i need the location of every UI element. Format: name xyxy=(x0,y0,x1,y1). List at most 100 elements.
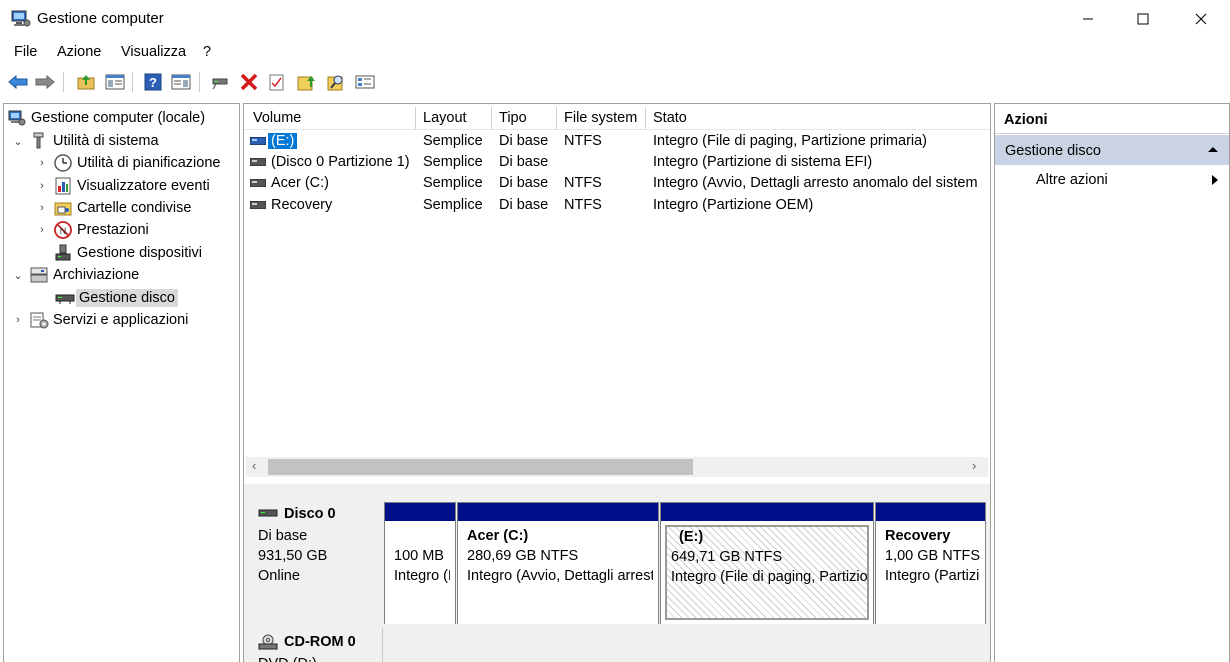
clock-icon xyxy=(53,154,73,172)
tree-label: Utilità di pianificazione xyxy=(77,155,221,171)
partition-content: Acer (C:) 280,69 GB NTFS Integro (Avvio,… xyxy=(462,525,654,620)
folder-up-button[interactable] xyxy=(295,71,317,93)
chevron-right-icon[interactable]: › xyxy=(35,157,49,169)
connect-button[interactable] xyxy=(209,71,231,93)
partition-e[interactable]: (E:) 649,71 GB NTFS Integro (File di pag… xyxy=(660,502,874,625)
maximize-icon xyxy=(1137,13,1149,25)
partition-status: Integro (Partizione di sistema EFI) xyxy=(394,568,450,584)
menu-help[interactable]: ? xyxy=(203,44,211,60)
tree-item-performance[interactable]: › N Prestazioni xyxy=(35,219,149,241)
disk-drive-icon xyxy=(55,289,75,307)
chevron-right-icon[interactable]: › xyxy=(35,180,49,192)
menu-file[interactable]: File xyxy=(14,44,37,60)
up-one-level-button[interactable] xyxy=(75,71,97,93)
chevron-down-icon[interactable]: ⌄ xyxy=(11,135,25,148)
scroll-left-icon[interactable]: ‹ xyxy=(252,458,256,473)
show-hide-tree-button[interactable] xyxy=(104,71,126,93)
tree-label: Utilità di sistema xyxy=(53,133,159,149)
more-actions-item[interactable]: Altre azioni xyxy=(1036,172,1108,188)
search-icon xyxy=(327,75,343,91)
tree-item-device-manager[interactable]: Gestione dispositivi xyxy=(49,242,202,264)
section-label: Gestione disco xyxy=(1005,143,1101,159)
table-row[interactable]: Recovery Semplice Di base NTFS Integro (… xyxy=(244,196,990,217)
cd-drive-icon xyxy=(258,634,278,650)
tree-label: Prestazioni xyxy=(77,222,149,238)
volume-name: (E:) xyxy=(268,133,298,149)
partition-recovery[interactable]: Recovery 1,00 GB NTFS Integro (Partizion… xyxy=(875,502,986,625)
show-hide-actions-icon xyxy=(171,74,191,90)
column-header-volume[interactable]: Volume xyxy=(246,107,416,129)
connect-icon xyxy=(212,78,228,90)
submenu-arrow-icon[interactable] xyxy=(1211,174,1219,186)
horizontal-scrollbar[interactable]: ‹ › xyxy=(246,457,988,477)
partition-content: 100 MB Integro (Partizione di sistema EF… xyxy=(389,525,451,620)
partition-status: Integro (Partizione OEM) xyxy=(885,568,980,584)
device-manager-icon xyxy=(53,244,73,262)
disk-0-label[interactable]: Disco 0 Di base 931,50 GB Online xyxy=(245,492,382,622)
tree-item-task-scheduler[interactable]: › Utilità di pianificazione xyxy=(35,152,220,174)
close-button[interactable] xyxy=(1172,0,1230,38)
partition-size: 280,69 GB NTFS xyxy=(467,548,579,564)
actions-section-disk-management[interactable]: Gestione disco xyxy=(995,135,1229,165)
tools-icon xyxy=(29,132,49,150)
volume-layout: Semplice xyxy=(423,154,483,170)
menu-visualizza[interactable]: Visualizza xyxy=(121,44,186,60)
tree-item-services[interactable]: › Servizi e applicazioni xyxy=(11,309,188,331)
forward-button[interactable] xyxy=(34,71,56,93)
partition-c[interactable]: Acer (C:) 280,69 GB NTFS Integro (Avvio,… xyxy=(457,502,659,625)
tree-item-root[interactable]: Gestione computer (locale) xyxy=(7,107,205,129)
column-header-layout[interactable]: Layout xyxy=(416,107,492,129)
column-header-tipo[interactable]: Tipo xyxy=(492,107,557,129)
minimize-button[interactable] xyxy=(1059,0,1117,38)
properties-button[interactable] xyxy=(354,71,376,93)
tree-item-event-viewer[interactable]: › Visualizzatore eventi xyxy=(35,175,210,197)
tree-item-system-tools[interactable]: ⌄ Utilità di sistema xyxy=(11,130,159,152)
partition-title xyxy=(394,526,450,546)
maximize-button[interactable] xyxy=(1114,0,1172,38)
tree-item-disk-management[interactable]: Gestione disco xyxy=(49,287,178,309)
properties-icon xyxy=(355,75,375,89)
table-row[interactable]: Acer (C:) Semplice Di base NTFS Integro … xyxy=(244,174,990,195)
partition-status: Integro (Avvio, Dettagli arresto anomalo… xyxy=(467,568,653,584)
delete-button[interactable] xyxy=(238,71,260,93)
tree-item-shared-folders[interactable]: › Cartelle condivise xyxy=(35,197,191,219)
pane-splitter[interactable] xyxy=(244,484,990,492)
column-header-file-system[interactable]: File system xyxy=(557,107,646,129)
tree-item-storage[interactable]: ⌄ Archiviazione xyxy=(11,264,139,286)
scroll-right-icon[interactable]: › xyxy=(972,458,976,473)
volume-name: Acer (C:) xyxy=(271,175,329,191)
partition-bar xyxy=(458,503,658,521)
up-folder-icon xyxy=(77,75,95,90)
scrollbar-thumb[interactable] xyxy=(268,459,693,475)
services-icon xyxy=(29,311,49,329)
volume-fs: NTFS xyxy=(564,197,602,213)
volume-status: Integro (Avvio, Dettagli arresto anomalo… xyxy=(653,175,978,191)
menu-azione[interactable]: Azione xyxy=(57,44,101,60)
volume-name: (Disco 0 Partizione 1) xyxy=(271,154,410,170)
partition-title: Acer (C:) xyxy=(467,528,529,544)
computer-management-icon xyxy=(7,109,27,127)
table-row[interactable]: (Disco 0 Partizione 1) Semplice Di base … xyxy=(244,153,990,174)
tree-label: Archiviazione xyxy=(53,267,140,283)
toolbar: ? xyxy=(0,67,1230,98)
show-hide-actions-button[interactable] xyxy=(170,71,192,93)
chevron-down-icon[interactable]: ⌄ xyxy=(11,269,25,282)
partition-efi[interactable]: 100 MB Integro (Partizione di sistema EF… xyxy=(384,502,456,625)
forward-arrow-icon xyxy=(35,74,55,90)
partition-title: (E:) xyxy=(679,529,704,545)
chevron-right-icon[interactable]: › xyxy=(35,202,49,214)
chevron-right-icon[interactable]: › xyxy=(11,314,25,326)
check-button[interactable] xyxy=(266,71,288,93)
volume-status: Integro (Partizione OEM) xyxy=(653,197,814,213)
chevron-right-icon[interactable]: › xyxy=(35,224,49,236)
collapse-up-icon[interactable] xyxy=(1207,145,1219,153)
actions-pane: Azioni Gestione disco Altre azioni xyxy=(994,103,1230,662)
table-row[interactable]: (E:) Semplice Di base NTFS Integro (File… xyxy=(244,132,990,153)
column-header-stato[interactable]: Stato xyxy=(646,107,990,129)
back-button[interactable] xyxy=(7,71,29,93)
help-button[interactable]: ? xyxy=(142,71,164,93)
cdrom-0-label[interactable]: CD-ROM 0 DVD (D:) xyxy=(245,626,382,662)
performance-icon: N xyxy=(53,221,73,239)
partition-bar xyxy=(385,503,455,521)
search-button[interactable] xyxy=(325,71,347,93)
